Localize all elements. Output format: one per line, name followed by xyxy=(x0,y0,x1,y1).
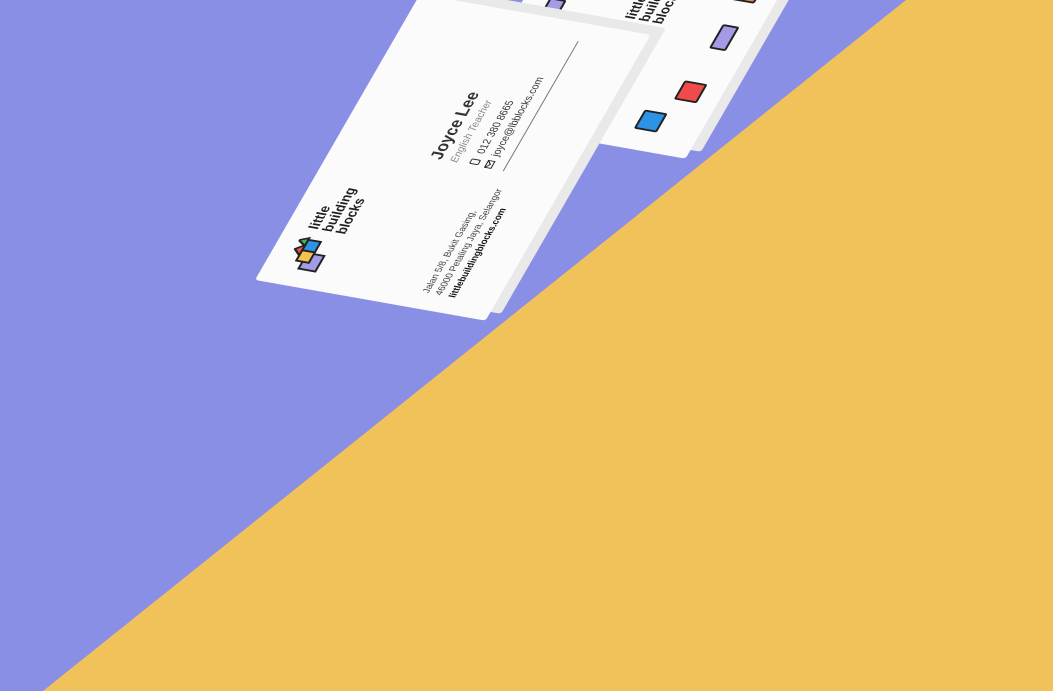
front-logo-text: little building blocks xyxy=(304,186,369,236)
blocks-logo-icon xyxy=(283,235,338,274)
email-icon xyxy=(483,159,497,169)
orange-square-shape xyxy=(731,0,766,4)
phone-icon xyxy=(468,157,482,166)
red-square-shape xyxy=(673,80,708,104)
purple-rect-shape xyxy=(708,24,740,52)
blue-square-shape xyxy=(633,109,668,133)
